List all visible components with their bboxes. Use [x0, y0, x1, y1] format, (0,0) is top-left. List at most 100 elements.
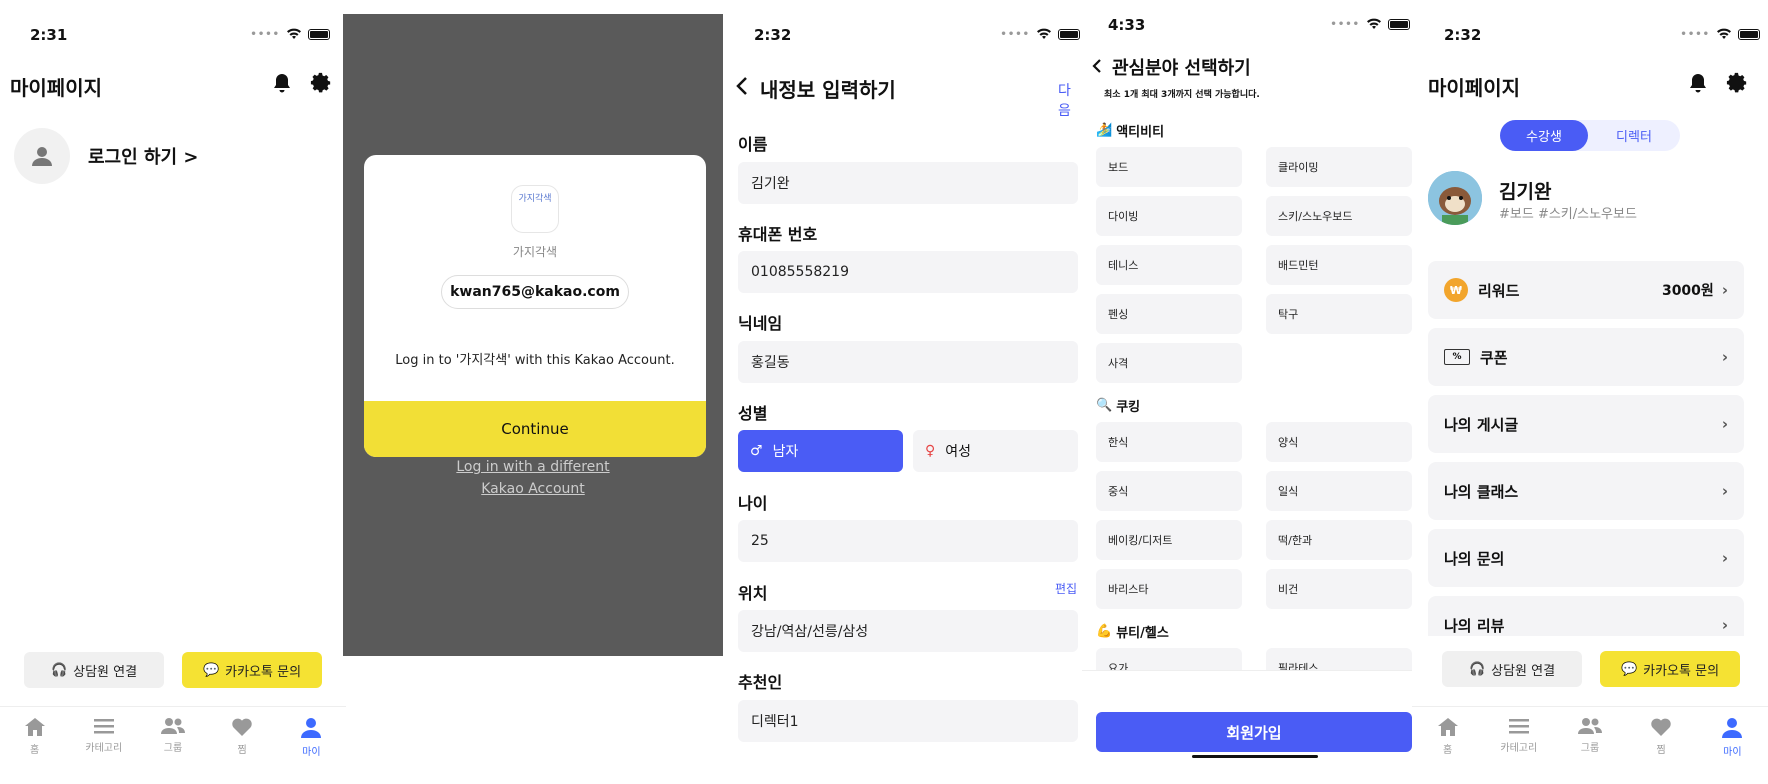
- toggle-student[interactable]: 수강생: [1500, 120, 1588, 151]
- reward-amount: 3000원: [1661, 283, 1714, 299]
- coupon-icon: %: [1444, 349, 1470, 365]
- signal-icon: ••••: [1000, 28, 1030, 40]
- back-chevron-icon[interactable]: [736, 76, 748, 96]
- interest-chip[interactable]: 일식: [1266, 471, 1412, 511]
- interest-chip[interactable]: 탁구: [1266, 294, 1412, 334]
- login-link[interactable]: 로그인 하기 >: [88, 143, 198, 169]
- interest-chip[interactable]: 배드민턴: [1266, 245, 1412, 285]
- menu-my-inquiries[interactable]: 나의 문의 ›: [1428, 529, 1744, 587]
- gender-male-button[interactable]: ♂ 남자: [738, 430, 903, 472]
- interest-chip[interactable]: 중식: [1096, 471, 1242, 511]
- tab-my[interactable]: 마이: [1702, 717, 1762, 758]
- interest-chip[interactable]: 비건: [1266, 569, 1412, 609]
- chevron-right-icon: ›: [1721, 281, 1728, 299]
- status-bar: 2:31 ••••: [0, 22, 346, 46]
- tab-my[interactable]: 마이: [281, 717, 341, 758]
- tab-home[interactable]: 홈: [5, 717, 65, 756]
- signup-button[interactable]: 회원가입: [1096, 712, 1412, 752]
- menu-my-posts[interactable]: 나의 게시글 ›: [1428, 395, 1744, 453]
- signal-icon: ••••: [1680, 28, 1710, 40]
- chevron-right-icon: ›: [1721, 616, 1728, 634]
- screen-interest-select: 4:33 •••• 관심분야 선택하기 최소 1개 최대 3개까지 선택 가능합…: [1082, 0, 1412, 784]
- status-time: 2:32: [1444, 26, 1482, 44]
- tab-group[interactable]: 그룹: [143, 717, 203, 754]
- next-button[interactable]: 다음: [1058, 80, 1080, 120]
- menu-icon: [93, 719, 114, 734]
- bell-icon[interactable]: [1688, 72, 1708, 94]
- interest-chip[interactable]: 보드: [1096, 147, 1242, 187]
- status-bar: 4:33 ••••: [1082, 16, 1412, 46]
- tab-wishlist[interactable]: 찜: [1631, 717, 1691, 756]
- wifi-icon: [1037, 28, 1051, 39]
- nickname-label: 닉네임: [738, 314, 783, 333]
- different-account-link[interactable]: Log in with a different Kakao Account: [433, 456, 633, 500]
- role-toggle: 수강생 디렉터: [1500, 120, 1680, 151]
- tab-group[interactable]: 그룹: [1560, 717, 1620, 754]
- kakao-inquiry-button[interactable]: 💬 카카오톡 문의: [1600, 651, 1740, 687]
- chat-bubble-icon: 💬: [202, 662, 220, 678]
- interest-chip[interactable]: 베이킹/디저트: [1096, 520, 1242, 560]
- menu-coupon[interactable]: % 쿠폰 ›: [1428, 328, 1744, 386]
- interest-chip[interactable]: 클라이밍: [1266, 147, 1412, 187]
- interest-chip[interactable]: 바리스타: [1096, 569, 1242, 609]
- tab-category[interactable]: 카테고리: [74, 717, 134, 754]
- toggle-director[interactable]: 디렉터: [1588, 120, 1680, 151]
- login-row[interactable]: 로그인 하기 >: [14, 128, 198, 184]
- back-chevron-icon[interactable]: [1092, 58, 1102, 74]
- home-icon: [1437, 718, 1458, 736]
- interest-chip[interactable]: 펜싱: [1096, 294, 1242, 334]
- interest-chip[interactable]: 다이빙: [1096, 196, 1242, 236]
- menu-my-classes[interactable]: 나의 클래스 ›: [1428, 462, 1744, 520]
- chip-clip: 요가 필라테스: [1082, 648, 1412, 670]
- screen-profile-input: 2:32 •••• 내정보 입력하기 다음 이름 김기완 휴대폰 번호 0108…: [724, 0, 1080, 784]
- kakao-inquiry-button[interactable]: 💬 카카오톡 문의: [182, 652, 322, 688]
- login-message: Log in to '가지각색' with this Kakao Account…: [395, 353, 675, 368]
- section-activity: 🏄 액티비티: [1096, 123, 1165, 140]
- interest-chip[interactable]: 필라테스: [1266, 648, 1412, 670]
- referrer-field[interactable]: 디렉터1: [738, 700, 1078, 742]
- age-field[interactable]: 25: [738, 520, 1078, 562]
- consult-button[interactable]: 🎧 상담원 연결: [24, 652, 164, 688]
- status-bar: 2:32 ••••: [1412, 22, 1768, 46]
- tab-category[interactable]: 카테고리: [1489, 717, 1549, 754]
- signal-icon: ••••: [1330, 18, 1360, 30]
- battery-icon: [1738, 28, 1760, 40]
- interest-chip[interactable]: 테니스: [1096, 245, 1242, 285]
- phone-field[interactable]: 01085558219: [738, 251, 1078, 293]
- location-edit-button[interactable]: 편집: [1055, 580, 1077, 597]
- app-logo: 가지각색: [511, 185, 559, 233]
- tab-wishlist[interactable]: 찜: [212, 717, 272, 756]
- menu-reward[interactable]: ₩ 리워드 3000원 ›: [1428, 261, 1744, 319]
- status-bar: 2:32 ••••: [724, 22, 1080, 46]
- bell-icon[interactable]: [272, 72, 292, 94]
- gear-icon[interactable]: [1726, 72, 1748, 94]
- headset-icon: 🎧: [1468, 661, 1486, 677]
- continue-button[interactable]: Continue: [364, 401, 706, 457]
- interest-chip[interactable]: 떡/한과: [1266, 520, 1412, 560]
- divider: [1082, 670, 1412, 671]
- consult-button[interactable]: 🎧 상담원 연결: [1442, 651, 1582, 687]
- interest-chip[interactable]: 요가: [1096, 648, 1242, 670]
- surf-icon: 🏄: [1096, 123, 1113, 138]
- screen-kakao-login-dialog: 가지각색 가지각색 kwan765@kakao.com Log in to '가…: [343, 14, 723, 656]
- account-email: kwan765@kakao.com: [441, 275, 629, 309]
- nickname-field[interactable]: 홍길동: [738, 341, 1078, 383]
- page-title: 마이페이지: [1428, 76, 1520, 100]
- character-avatar-icon: [1428, 171, 1482, 225]
- gear-icon[interactable]: [310, 72, 332, 94]
- interest-chip[interactable]: 양식: [1266, 422, 1412, 462]
- interest-chip[interactable]: 한식: [1096, 422, 1242, 462]
- tab-home[interactable]: 홈: [1418, 717, 1478, 756]
- user-name: 김기완: [1499, 181, 1552, 203]
- gender-female-button[interactable]: ♀ 여성: [913, 430, 1078, 472]
- interest-chip[interactable]: 사격: [1096, 343, 1242, 383]
- menu-my-reviews[interactable]: 나의 리뷰 ›: [1428, 596, 1744, 636]
- female-symbol-icon: ♀: [925, 443, 936, 459]
- location-field[interactable]: 강남/역삼/선릉/삼성: [738, 610, 1078, 652]
- chevron-right-icon: ›: [1721, 482, 1728, 500]
- male-symbol-icon: ♂: [750, 443, 763, 459]
- coin-icon: ₩: [1444, 278, 1468, 302]
- name-field[interactable]: 김기완: [738, 162, 1078, 204]
- page-subtitle: 최소 1개 최대 3개까지 선택 가능합니다.: [1104, 90, 1260, 100]
- interest-chip[interactable]: 스키/스노우보드: [1266, 196, 1412, 236]
